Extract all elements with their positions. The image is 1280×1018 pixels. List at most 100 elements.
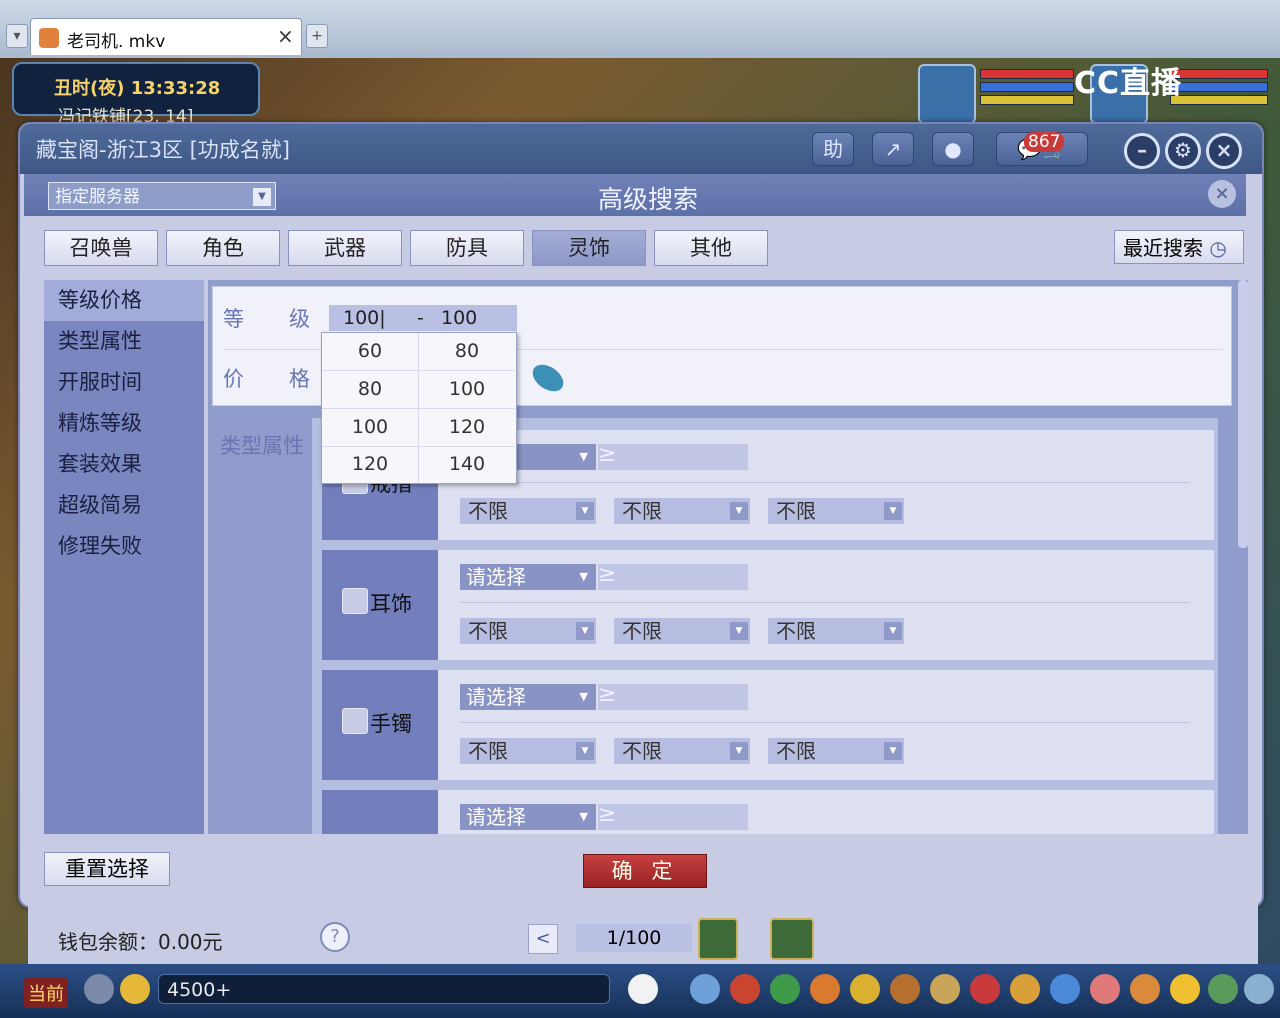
sidebar-item-super-simple[interactable]: 超级简易 — [44, 485, 204, 526]
level-option[interactable]: 100 — [419, 371, 515, 409]
bracelet-option-2[interactable]: 不限 ▼ — [614, 738, 750, 764]
sidebar-item-level-price[interactable]: 等级价格 — [44, 280, 204, 321]
pet-icon[interactable] — [890, 974, 920, 1004]
tab-spirit-accessory[interactable]: 灵饰 — [532, 230, 646, 266]
pet-bear-icon[interactable] — [628, 974, 658, 1004]
share-icon[interactable]: ↗ — [872, 132, 914, 166]
dropdown-arrow-icon: ▼ — [253, 188, 271, 206]
player-tab-bar: ▾ 老司机. mkv × + — [0, 0, 1280, 59]
new-tab-button[interactable]: + — [306, 24, 328, 48]
earring-option-1[interactable]: 不限 ▼ — [460, 618, 596, 644]
close-search-icon[interactable]: × — [1208, 180, 1236, 208]
scrollbar-thumb[interactable] — [1238, 280, 1248, 548]
ring-option-2[interactable]: 不限 ▼ — [614, 498, 750, 524]
confirm-button[interactable]: 确 定 — [583, 854, 707, 888]
emote-icon[interactable] — [120, 974, 150, 1004]
team-icon[interactable] — [850, 974, 880, 1004]
pet-status-bars — [980, 66, 1076, 116]
tab-other[interactable]: 其他 — [654, 230, 768, 266]
sidebar-item-refine-level[interactable]: 精炼等级 — [44, 403, 204, 444]
group-label-cell — [322, 790, 438, 834]
gear-icon[interactable] — [698, 918, 738, 960]
sidebar-item-type-attr[interactable]: 类型属性 — [44, 321, 204, 362]
level-option[interactable]: 120 — [322, 446, 418, 483]
level-option[interactable]: 140 — [419, 446, 515, 483]
map-icon[interactable] — [770, 918, 814, 960]
ring-option-1[interactable]: 不限 ▼ — [460, 498, 596, 524]
pendant-attr-select[interactable]: 请选择 ▼ — [460, 804, 596, 830]
level-option[interactable]: 80 — [322, 371, 418, 409]
dropdown-arrow-icon: ▼ — [730, 502, 748, 520]
ge-symbol: ≥ — [598, 562, 617, 587]
earring-option-2[interactable]: 不限 ▼ — [614, 618, 750, 644]
ring-option-3[interactable]: 不限 ▼ — [768, 498, 904, 524]
bracelet-checkbox[interactable] — [342, 708, 368, 734]
search-title: 高级搜索 — [598, 185, 699, 214]
record-icon[interactable]: ● — [932, 132, 974, 166]
minimize-icon[interactable]: – — [1124, 133, 1160, 169]
close-window-icon[interactable]: × — [1206, 133, 1242, 169]
shop-icon[interactable] — [1050, 974, 1080, 1004]
peach-icon[interactable] — [1090, 974, 1120, 1004]
bell-icon[interactable] — [1010, 974, 1040, 1004]
level-option[interactable]: 100 — [322, 409, 418, 447]
tab-summon-beast[interactable]: 召唤兽 — [44, 230, 158, 266]
smile-icon[interactable] — [1170, 974, 1200, 1004]
jade-item-icon — [527, 359, 569, 397]
ring-attr-value-input[interactable] — [598, 444, 748, 470]
level-min-input[interactable]: 100| — [343, 305, 386, 331]
bracelet-attr-value-input[interactable] — [598, 684, 748, 710]
recent-search-button[interactable]: 最近搜索 ◷ — [1114, 230, 1244, 264]
give-icon[interactable] — [770, 974, 800, 1004]
chat-channel[interactable]: 当前 — [24, 978, 68, 1008]
system-icon[interactable] — [1208, 974, 1238, 1004]
level-max-input[interactable]: 100 — [441, 305, 477, 331]
wallet-balance: 钱包余额：0.00元 — [58, 930, 223, 954]
media-tab[interactable]: 老司机. mkv × — [30, 18, 302, 55]
sidebar-item-repair-fail[interactable]: 修理失败 — [44, 526, 204, 567]
help-button[interactable]: 助 — [812, 132, 854, 166]
reset-button[interactable]: 重置选择 — [44, 852, 170, 886]
pendant-attr-value-input[interactable] — [598, 804, 748, 830]
pet-avatar[interactable] — [918, 64, 976, 124]
type-attr-label: 类型属性 — [220, 434, 304, 458]
wallet-strip: 钱包余额：0.00元 ? < 1/100 — [28, 904, 1258, 964]
level-label-1: 等 — [223, 307, 244, 331]
trade-icon[interactable] — [810, 974, 840, 1004]
earring-checkbox[interactable] — [342, 588, 368, 614]
prev-page-button[interactable]: < — [528, 924, 558, 954]
tab-weapon[interactable]: 武器 — [288, 230, 402, 266]
sidebar-item-set-effect[interactable]: 套装效果 — [44, 444, 204, 485]
settings-icon[interactable]: ⚙ — [1165, 133, 1201, 169]
bracelet-attr-select[interactable]: 请选择 ▼ — [460, 684, 596, 710]
tab-armor[interactable]: 防具 — [410, 230, 524, 266]
earring-attr-value-input[interactable] — [598, 564, 748, 590]
sidebar-item-server-time[interactable]: 开服时间 — [44, 362, 204, 403]
gang-icon[interactable] — [970, 974, 1000, 1004]
earring-attr-value: 请选择 — [466, 565, 526, 589]
bracelet-option-3[interactable]: 不限 ▼ — [768, 738, 904, 764]
server-select[interactable]: 指定服务器 ▼ — [48, 182, 276, 210]
chat-input[interactable]: 4500+ — [158, 974, 610, 1004]
level-option[interactable]: 80 — [419, 333, 515, 371]
tab-character[interactable]: 角色 — [166, 230, 280, 266]
close-tab-icon[interactable]: × — [277, 24, 294, 48]
settings-icon[interactable] — [1244, 974, 1274, 1004]
item-bag-icon[interactable] — [730, 974, 760, 1004]
attack-icon[interactable] — [690, 974, 720, 1004]
friends-icon[interactable] — [1130, 974, 1160, 1004]
level-label-2: 级 — [289, 307, 310, 331]
microphone-icon[interactable] — [84, 974, 114, 1004]
level-range-input[interactable]: 100| - 100 — [329, 305, 517, 331]
earring-option-3[interactable]: 不限 ▼ — [768, 618, 904, 644]
level-option[interactable]: 120 — [419, 409, 515, 447]
bracelet-option-1[interactable]: 不限 ▼ — [460, 738, 596, 764]
menu-button[interactable]: ▾ — [6, 24, 28, 48]
bracelet-label: 手镯 — [370, 712, 412, 736]
level-option[interactable]: 60 — [322, 333, 418, 371]
ge-symbol: ≥ — [598, 802, 617, 827]
help-icon[interactable]: ? — [320, 922, 350, 952]
group-label-cell: 手镯 — [322, 670, 438, 780]
quest-icon[interactable] — [930, 974, 960, 1004]
earring-attr-select[interactable]: 请选择 ▼ — [460, 564, 596, 590]
